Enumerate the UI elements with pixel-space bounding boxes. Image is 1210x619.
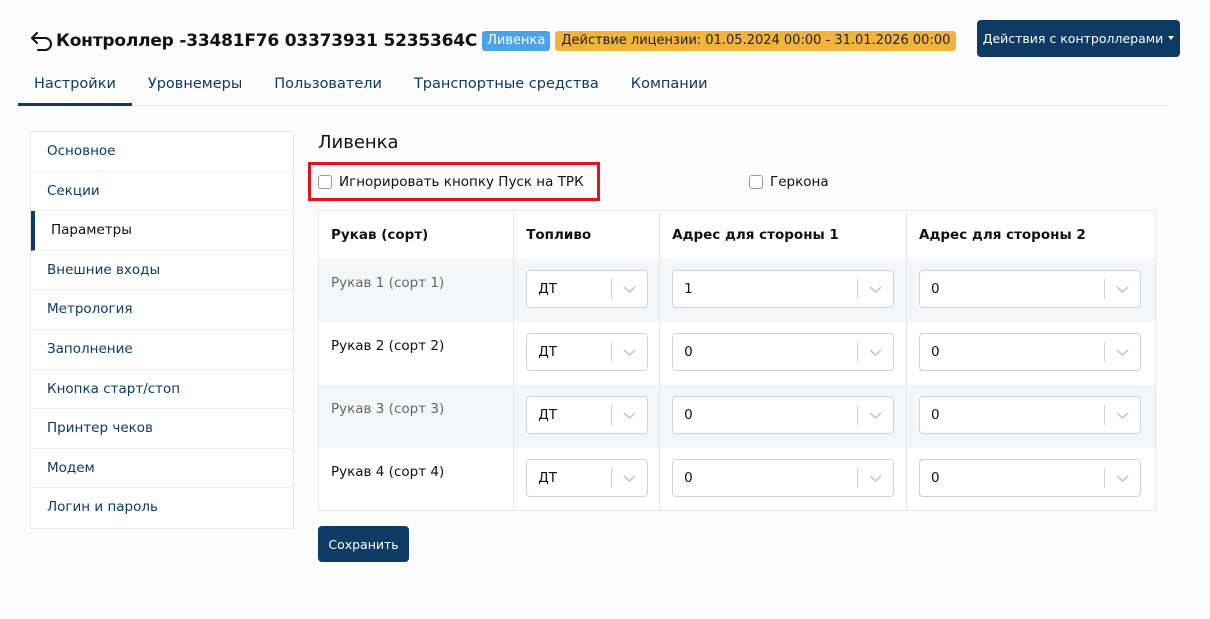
- header-fuel: Топливо: [513, 210, 661, 259]
- ignore-start-button-label: Игнорировать кнопку Пуск на ТРК: [339, 174, 584, 190]
- page-title: Контроллер -33481F76 03373931 5235364C: [56, 31, 478, 51]
- address-side-1-select[interactable]: 0: [672, 395, 895, 434]
- chevron-down-icon: [1116, 348, 1129, 356]
- gerkon-checkbox[interactable]: [749, 175, 763, 189]
- address-side-1-value: 0: [684, 406, 693, 423]
- address-side-2-value: 0: [931, 469, 940, 486]
- table-row: Рукав 1 (сорт 1) ДТ 1 0: [318, 258, 1156, 322]
- hose-label: Рукав 3 (сорт 3): [331, 400, 445, 417]
- address-side-1-select[interactable]: 0: [672, 332, 895, 371]
- section-title: Ливенка: [318, 132, 399, 153]
- table-header-row: Рукав (сорт) Топливо Адрес для стороны 1…: [318, 210, 1156, 259]
- header-hose: Рукав (сорт): [318, 210, 515, 259]
- address-side-2-select[interactable]: 0: [919, 458, 1142, 497]
- sidebar-item-external-inputs[interactable]: Внешние входы: [31, 251, 293, 291]
- sidebar-item-login-password[interactable]: Логин и пароль: [31, 488, 293, 528]
- chevron-down-icon: [1116, 411, 1129, 419]
- table-row: Рукав 2 (сорт 2) ДТ 0 0: [318, 321, 1156, 385]
- hoses-table: Рукав (сорт) Топливо Адрес для стороны 1…: [318, 210, 1156, 511]
- chevron-down-icon: [1116, 474, 1129, 482]
- chevron-down-icon: [869, 411, 882, 419]
- hose-label: Рукав 1 (сорт 1): [331, 274, 445, 291]
- address-side-2-select[interactable]: 0: [919, 269, 1142, 308]
- address-side-2-value: 0: [931, 406, 940, 423]
- table-row: Рукав 3 (сорт 3) ДТ 0 0: [318, 384, 1156, 448]
- tab-users[interactable]: Пользователи: [258, 64, 398, 106]
- sidebar-item-parameters[interactable]: Параметры: [31, 211, 293, 251]
- save-button[interactable]: Сохранить: [318, 526, 409, 562]
- sidebar-item-receipt-printer[interactable]: Принтер чеков: [31, 409, 293, 449]
- fuel-select[interactable]: ДТ: [526, 395, 649, 434]
- tab-settings[interactable]: Настройки: [18, 64, 132, 106]
- address-side-2-select[interactable]: 0: [919, 332, 1142, 371]
- back-arrow-icon[interactable]: [30, 29, 54, 53]
- address-side-2-value: 0: [931, 280, 940, 297]
- gerkon-checkbox-row[interactable]: Геркона: [749, 174, 829, 190]
- sidebar-item-metrology[interactable]: Метрология: [31, 290, 293, 330]
- sidebar-item-start-stop-button[interactable]: Кнопка старт/стоп: [31, 370, 293, 410]
- fuel-select[interactable]: ДТ: [526, 458, 649, 497]
- address-side-1-value: 0: [684, 469, 693, 486]
- address-side-1-select[interactable]: 1: [672, 269, 895, 308]
- controller-actions-label: Действия с контроллерами: [982, 31, 1164, 46]
- chevron-down-icon: [623, 474, 636, 482]
- address-side-1-value: 0: [684, 343, 693, 360]
- chevron-down-icon: [869, 474, 882, 482]
- chevron-down-icon: [623, 411, 636, 419]
- fuel-select-value: ДТ: [538, 343, 557, 360]
- tab-companies[interactable]: Компании: [615, 64, 724, 106]
- sidebar-item-modem[interactable]: Модем: [31, 449, 293, 489]
- license-badge: Действие лицензии: 01.05.2024 00:00 - 31…: [555, 31, 957, 51]
- chevron-down-icon: [1116, 285, 1129, 293]
- header-address-side-1: Адрес для стороны 1: [659, 210, 908, 259]
- tab-vehicles[interactable]: Транспортные средства: [398, 64, 615, 106]
- address-side-1-value: 1: [684, 280, 693, 297]
- table-row: Рукав 4 (сорт 4) ДТ 0 0: [318, 447, 1156, 511]
- chevron-down-icon: [869, 348, 882, 356]
- sidebar-item-sections[interactable]: Секции: [31, 172, 293, 212]
- ignore-start-button-checkbox-row[interactable]: Игнорировать кнопку Пуск на ТРК: [318, 174, 584, 190]
- fuel-select-value: ДТ: [538, 280, 557, 297]
- main-tabs: Настройки Уровнемеры Пользователи Трансп…: [18, 64, 1168, 106]
- fuel-select-value: ДТ: [538, 469, 557, 486]
- gerkon-label: Геркона: [770, 174, 829, 190]
- fuel-select[interactable]: ДТ: [526, 269, 649, 308]
- caret-down-icon: [1168, 35, 1175, 40]
- address-side-1-select[interactable]: 0: [672, 458, 895, 497]
- hose-label: Рукав 4 (сорт 4): [331, 463, 445, 480]
- settings-sidebar: Основное Секции Параметры Внешние входы …: [30, 131, 294, 529]
- ignore-start-button-checkbox[interactable]: [318, 175, 332, 189]
- header-address-side-2: Адрес для стороны 2: [906, 210, 1156, 259]
- chevron-down-icon: [623, 285, 636, 293]
- address-side-2-value: 0: [931, 343, 940, 360]
- sidebar-item-filling[interactable]: Заполнение: [31, 330, 293, 370]
- chevron-down-icon: [623, 348, 636, 356]
- tab-level-gauges[interactable]: Уровнемеры: [132, 64, 258, 106]
- hose-label: Рукав 2 (сорт 2): [331, 337, 445, 354]
- address-side-2-select[interactable]: 0: [919, 395, 1142, 434]
- chevron-down-icon: [869, 285, 882, 293]
- page-header: Контроллер -33481F76 03373931 5235364C Л…: [30, 28, 957, 54]
- sidebar-item-main[interactable]: Основное: [31, 132, 293, 172]
- fuel-select[interactable]: ДТ: [526, 332, 649, 371]
- controller-actions-button[interactable]: Действия с контроллерами: [977, 20, 1180, 57]
- controller-type-badge: Ливенка: [482, 31, 551, 51]
- fuel-select-value: ДТ: [538, 406, 557, 423]
